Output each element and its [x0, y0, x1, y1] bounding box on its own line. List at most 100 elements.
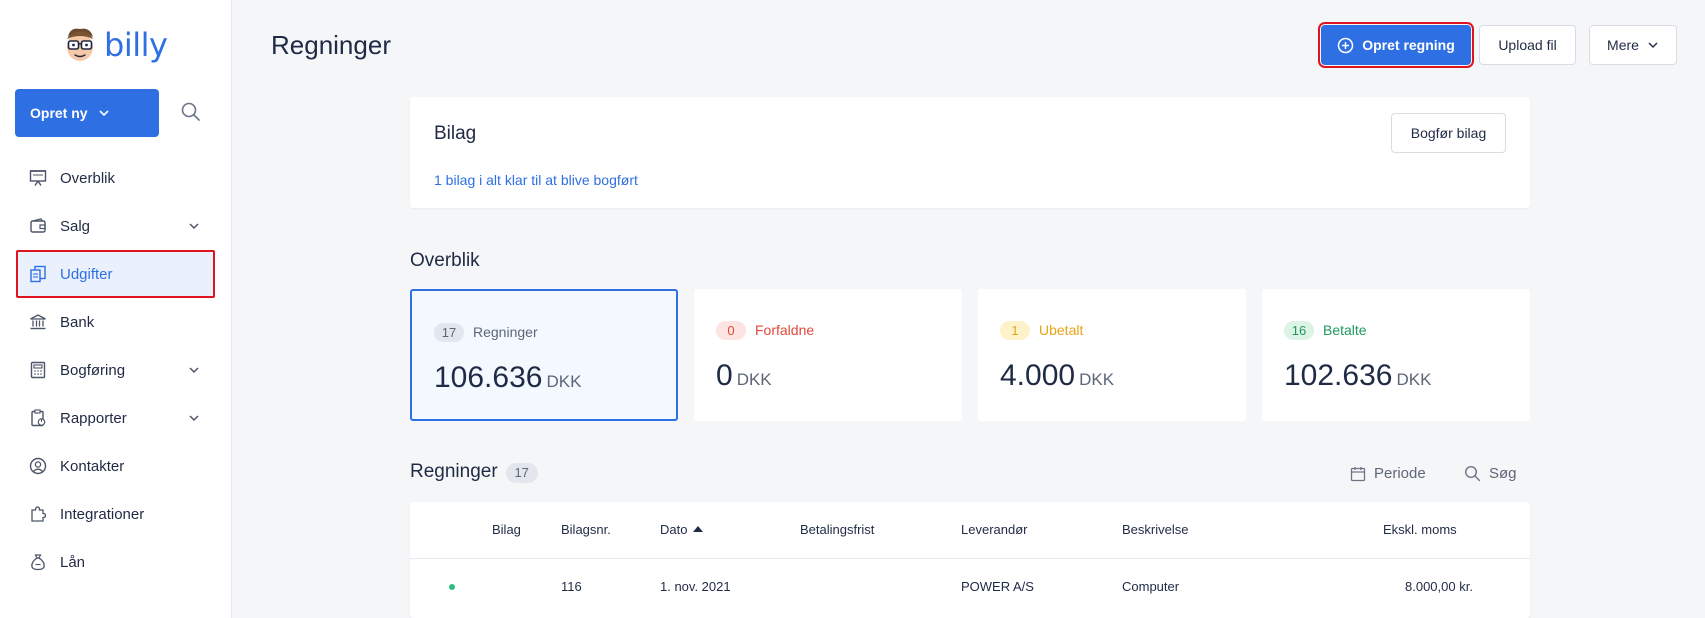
sidebar-item-integrationer[interactable]: Integrationer — [16, 490, 215, 538]
column-header-bilag[interactable]: Bilag — [492, 522, 521, 537]
bills-table-title: Regninger — [410, 461, 498, 482]
stat-label: Forfaldne — [755, 322, 815, 338]
page-title: Regninger — [271, 30, 391, 60]
more-label: Mere — [1607, 37, 1639, 53]
sidebar-item-label: Udgifter — [60, 265, 113, 283]
overview-title: Overblik — [410, 250, 480, 271]
count-badge: 16 — [1284, 321, 1314, 340]
stat-card-regninger[interactable]: 17 Regninger 106.636 DKK — [410, 289, 678, 421]
billy-logo[interactable]: billy — [62, 24, 168, 66]
sidebar-item-label: Salg — [60, 217, 91, 235]
header-divider — [410, 558, 1530, 559]
brand-name: billy — [104, 26, 168, 64]
sidebar-item-label: Lån — [60, 553, 86, 571]
calendar-icon — [1350, 466, 1366, 481]
stat-card-ubetalt[interactable]: 1 Ubetalt 4.000 DKK — [978, 289, 1246, 421]
create-bill-label: Opret regning — [1362, 37, 1455, 53]
column-header-dato-label: Dato — [660, 522, 688, 537]
sidebar-item-label: Bank — [60, 313, 95, 331]
stat-amount-row: 106.636 DKK — [434, 361, 581, 395]
sidebar-item-label: Rapporter — [60, 409, 127, 427]
moneybag-icon — [31, 554, 45, 571]
sidebar-item-overblik[interactable]: Overblik — [16, 154, 215, 202]
report-icon — [31, 409, 46, 427]
column-header-leverandor[interactable]: Leverandør — [961, 522, 1027, 537]
sidebar: billy Opret ny Overblik Salg Udgifter Ba… — [0, 0, 232, 618]
stat-amount-row: 102.636 DKK — [1284, 359, 1431, 393]
cell-ekskl-moms[interactable]: 8.000,00 kr. — [1405, 579, 1473, 594]
sidebar-item-bank[interactable]: Bank — [16, 298, 215, 346]
sidebar-nav: Overblik Salg Udgifter Bank Bogføring Ra… — [16, 154, 215, 586]
contact-icon — [29, 457, 47, 475]
stat-label: Ubetalt — [1039, 322, 1084, 338]
create-new-label: Opret ny — [30, 105, 88, 121]
chevron-down-icon — [189, 223, 199, 230]
billy-mascot-icon — [67, 28, 93, 61]
stat-label: Regninger — [473, 324, 538, 340]
period-filter[interactable]: Periode — [1350, 465, 1426, 482]
stat-unit: DKK — [546, 372, 582, 391]
puzzle-icon — [31, 506, 47, 522]
period-label: Periode — [1374, 465, 1426, 482]
plus-circle-icon — [1337, 37, 1354, 53]
create-new-button[interactable]: Opret ny — [15, 89, 159, 137]
presentation-icon — [29, 170, 47, 186]
sidebar-item-salg[interactable]: Salg — [16, 202, 215, 250]
cell-leverandor[interactable]: POWER A/S — [961, 579, 1034, 594]
chevron-down-icon — [189, 367, 199, 374]
upload-file-label: Upload fil — [1498, 37, 1557, 53]
sidebar-item-udgifter[interactable]: Udgifter — [16, 250, 215, 298]
post-attachment-button[interactable]: Bogfør bilag — [1391, 113, 1506, 153]
stat-amount-row: 4.000 DKK — [1000, 359, 1114, 393]
sidebar-item-lan[interactable]: Lån — [16, 538, 215, 586]
bilag-title: Bilag — [434, 123, 477, 144]
stat-card-betalte[interactable]: 16 Betalte 102.636 DKK — [1262, 289, 1530, 421]
stat-amount: 102.636 — [1284, 359, 1393, 392]
status-dot — [449, 584, 455, 590]
column-header-beskrivelse[interactable]: Beskrivelse — [1122, 522, 1188, 537]
stat-amount-row: 0 DKK — [716, 359, 772, 393]
documents-icon — [30, 265, 46, 283]
stat-label: Betalte — [1323, 322, 1367, 338]
cell-bilagsnr[interactable]: 116 — [561, 579, 582, 594]
stat-unit: DKK — [1079, 370, 1115, 389]
create-bill-button[interactable]: Opret regning — [1318, 22, 1474, 68]
table-search[interactable]: Søg — [1464, 465, 1517, 482]
more-button[interactable]: Mere — [1589, 25, 1677, 65]
sidebar-item-bogforing[interactable]: Bogføring — [16, 346, 215, 394]
column-header-dato[interactable]: Dato — [660, 522, 704, 537]
chevron-down-icon — [99, 110, 109, 117]
chevron-down-icon — [1648, 42, 1658, 48]
sidebar-item-label: Overblik — [60, 169, 116, 187]
sidebar-item-label: Integrationer — [60, 505, 145, 523]
search-icon[interactable] — [180, 101, 202, 123]
sidebar-item-kontakter[interactable]: Kontakter — [16, 442, 215, 490]
stat-amount: 0 — [716, 359, 733, 392]
stat-amount: 4.000 — [1000, 359, 1076, 392]
column-header-ekskl-moms[interactable]: Ekskl. moms — [1383, 522, 1457, 537]
stat-amount: 106.636 — [434, 361, 543, 394]
calculator-icon — [30, 361, 46, 379]
cell-dato[interactable]: 1. nov. 2021 — [660, 579, 731, 594]
search-icon — [1464, 465, 1481, 482]
bilag-ready-link[interactable]: 1 bilag i alt klar til at blive bogført — [434, 172, 638, 188]
upload-file-button[interactable]: Upload fil — [1479, 25, 1576, 65]
sort-ascending-icon — [693, 526, 704, 532]
search-label: Søg — [1489, 465, 1517, 482]
count-badge: 1 — [1000, 321, 1030, 340]
sidebar-item-label: Bogføring — [60, 361, 126, 379]
bilag-card: Bilag 1 bilag i alt klar til at blive bo… — [410, 97, 1530, 208]
column-header-bilagsnr[interactable]: Bilagsnr. — [561, 522, 611, 537]
column-header-betalingsfrist[interactable]: Betalingsfrist — [800, 522, 874, 537]
count-badge: 17 — [434, 323, 464, 342]
cell-beskrivelse[interactable]: Computer — [1122, 579, 1179, 594]
count-badge: 0 — [716, 321, 746, 340]
chevron-down-icon — [189, 415, 199, 422]
stat-unit: DKK — [736, 370, 772, 389]
bills-count-badge: 17 — [505, 462, 538, 483]
sidebar-item-label: Kontakter — [60, 457, 125, 475]
stat-card-forfaldne[interactable]: 0 Forfaldne 0 DKK — [694, 289, 962, 421]
sidebar-item-rapporter[interactable]: Rapporter — [16, 394, 215, 442]
bank-icon — [30, 314, 46, 330]
wallet-icon — [30, 218, 46, 233]
